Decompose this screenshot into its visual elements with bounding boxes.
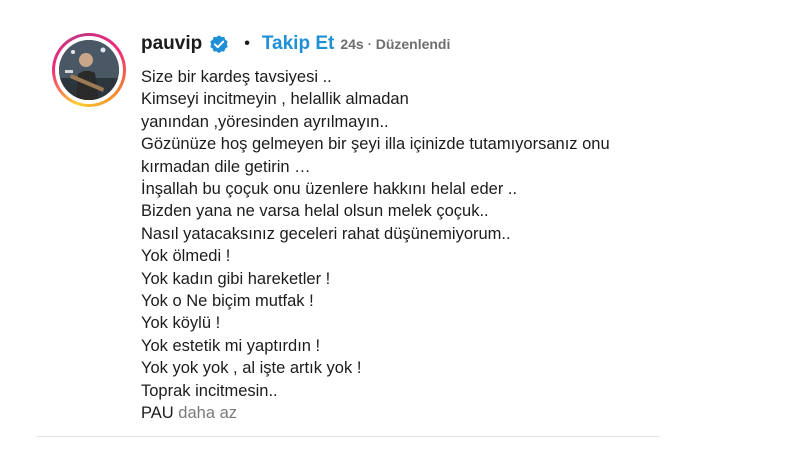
caption-line: Yok ölmedi ! — [141, 247, 231, 266]
caption-line: Nasıl yatacaksınız geceleri rahat düşüne… — [141, 224, 511, 243]
caption-line: Yok köylü ! — [141, 314, 221, 333]
profile-avatar[interactable] — [59, 40, 119, 100]
avatar-photo-icon — [59, 40, 119, 100]
caption-signature: PAU — [141, 404, 174, 423]
profile-avatar-story-ring[interactable] — [52, 33, 126, 107]
avatar-ring-gap — [55, 36, 123, 104]
post-header: pauvip • Takip Et 24s · Düzenlendi — [141, 30, 450, 58]
post-caption: Size bir kardeş tavsiyesi .. Kimseyi inc… — [141, 66, 661, 425]
follow-button[interactable]: Takip Et — [262, 33, 335, 55]
caption-line: İnşallah bu çoçuk onu üzenlere hakkını h… — [141, 180, 518, 199]
caption-line: Bizden yana ne varsa helal olsun melek ç… — [141, 202, 489, 221]
caption-line: Kimseyi incitmeyin , helallik almadan ya… — [141, 90, 409, 131]
meta-separator: · — [367, 37, 372, 51]
caption-line: Yok yok yok , al işte artık yok ! — [141, 359, 362, 378]
caption-line: Size bir kardeş tavsiyesi .. — [141, 68, 332, 86]
username[interactable]: pauvip — [141, 33, 202, 55]
caption-line: Gözünüze hoş gelmeyen bir şeyi illa için… — [141, 135, 610, 176]
edited-label: Düzenlendi — [375, 36, 451, 52]
caption-line: Yok o Ne biçim mutfak ! — [141, 292, 314, 311]
post-divider — [36, 436, 660, 437]
verified-badge-icon — [208, 33, 230, 55]
post-time[interactable]: 24s — [340, 36, 363, 52]
show-less-link[interactable]: daha az — [178, 404, 237, 422]
caption-line: Toprak incitmesin.. — [141, 381, 278, 400]
instagram-post: pauvip • Takip Et 24s · Düzenlendi Size … — [0, 0, 800, 450]
header-separator-dot: • — [244, 35, 250, 52]
caption-signature-line: PAU daha az — [141, 402, 661, 424]
caption-line: Yok estetik mi yaptırdın ! — [141, 336, 321, 355]
caption-line: Yok kadın gibi hareketler ! — [141, 269, 331, 288]
